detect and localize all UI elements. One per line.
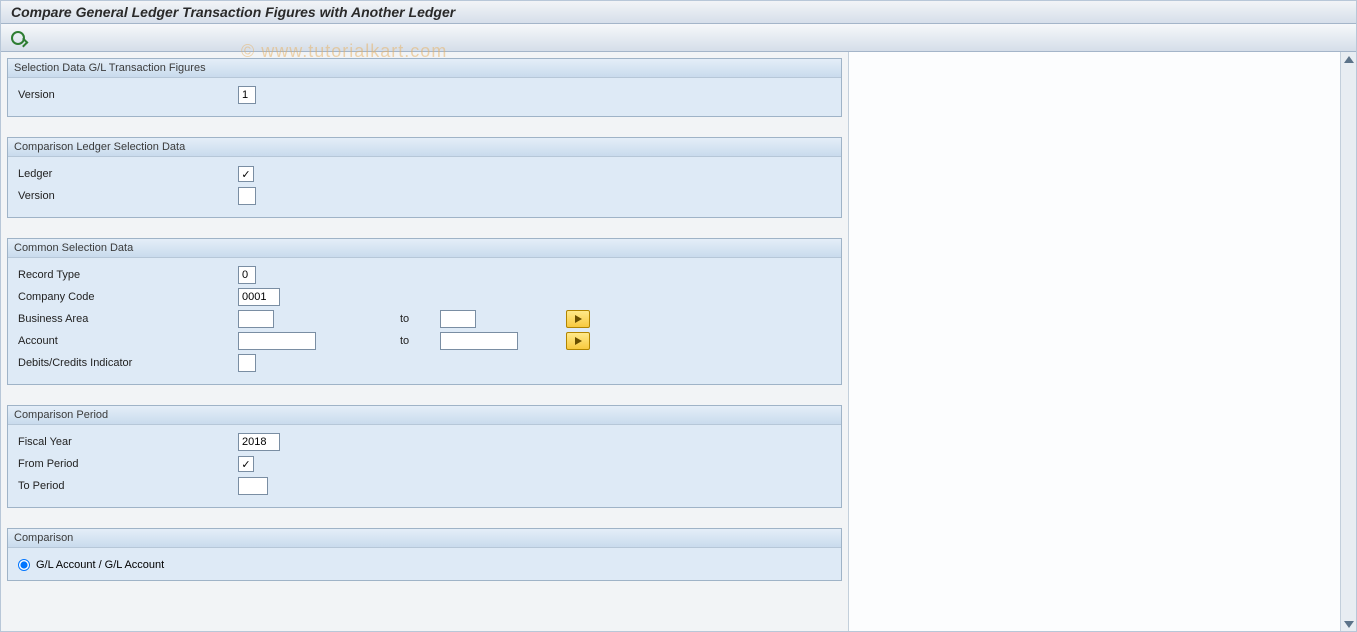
label-business-area: Business Area [18,313,238,325]
input-record-type[interactable] [238,266,256,284]
group-comparison-period: Comparison Period Fiscal Year From Perio… [7,405,842,508]
label-from-period: From Period [18,458,238,470]
checkbox-ledger[interactable]: ✓ [238,166,254,182]
label-record-type: Record Type [18,269,238,281]
radio-gl-gl-label: G/L Account / G/L Account [36,559,164,571]
input-version-gl[interactable] [238,86,256,104]
multi-select-account-button[interactable] [566,332,590,350]
group-comparison-ledger: Comparison Ledger Selection Data Ledger … [7,137,842,218]
scroll-down-button[interactable] [1342,617,1356,631]
page-title-bar: Compare General Ledger Transaction Figur… [1,1,1356,24]
label-to-period: To Period [18,480,238,492]
input-business-area-from[interactable] [238,310,274,328]
label-fiscal-year: Fiscal Year [18,436,238,448]
scroll-up-button[interactable] [1342,52,1356,66]
app-window: Compare General Ledger Transaction Figur… [0,0,1357,632]
label-to-acct: to [380,335,440,347]
page-title: Compare General Ledger Transaction Figur… [11,4,455,20]
label-company-code: Company Code [18,291,238,303]
checkbox-from-period[interactable]: ✓ [238,456,254,472]
execute-button[interactable] [7,27,29,49]
group-common-selection: Common Selection Data Record Type Compan… [7,238,842,385]
group-comparison: Comparison G/L Account / G/L Account [7,528,842,581]
main-area: Selection Data G/L Transaction Figures V… [1,52,1356,631]
label-debit-credit: Debits/Credits Indicator [18,357,238,369]
input-company-code[interactable] [238,288,280,306]
group-selection-data-gl: Selection Data G/L Transaction Figures V… [7,58,842,117]
chevron-down-icon [1344,621,1354,628]
group-title-comparison-ledger: Comparison Ledger Selection Data [8,138,841,157]
group-title-common-selection: Common Selection Data [8,239,841,258]
label-to-ba: to [380,313,440,325]
arrow-right-icon [575,315,582,323]
input-debit-credit[interactable] [238,354,256,372]
group-title-selection-data-gl: Selection Data G/L Transaction Figures [8,59,841,78]
label-version: Version [18,89,238,101]
right-pane [848,52,1356,631]
vertical-scrollbar[interactable] [1340,52,1356,631]
group-title-comparison: Comparison [8,529,841,548]
input-account-to[interactable] [440,332,518,350]
arrow-right-icon [575,337,582,345]
input-version-cmp[interactable] [238,187,256,205]
form-pane: Selection Data G/L Transaction Figures V… [1,52,848,631]
group-title-comparison-period: Comparison Period [8,406,841,425]
multi-select-business-area-button[interactable] [566,310,590,328]
chevron-up-icon [1344,56,1354,63]
input-fiscal-year[interactable] [238,433,280,451]
app-toolbar [1,24,1356,52]
label-version-cmp: Version [18,190,238,202]
input-business-area-to[interactable] [440,310,476,328]
radio-gl-gl[interactable] [18,559,30,571]
execute-icon [11,31,25,45]
input-to-period[interactable] [238,477,268,495]
input-account-from[interactable] [238,332,316,350]
label-ledger: Ledger [18,168,238,180]
label-account: Account [18,335,238,347]
